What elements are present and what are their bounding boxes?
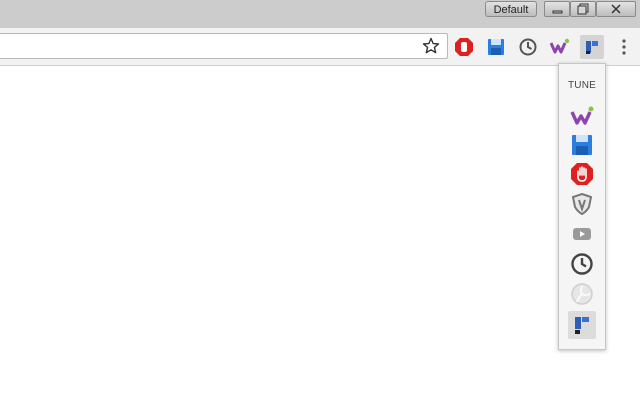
tune-icon <box>586 41 598 54</box>
profile-button[interactable]: Default <box>485 1 537 17</box>
popup-title: TUNE <box>567 80 597 91</box>
star-icon[interactable] <box>422 37 440 55</box>
popup-item-youtube[interactable] <box>570 222 594 246</box>
w-extension-icon <box>570 106 594 125</box>
clock-icon <box>571 253 593 275</box>
restore-icon <box>577 3 589 15</box>
youtube-icon <box>573 228 591 240</box>
window-titlebar: Default <box>0 0 640 28</box>
close-button[interactable] <box>596 1 636 17</box>
popup-item-clock[interactable] <box>570 252 594 276</box>
popup-item-disabled-extension[interactable] <box>570 282 594 306</box>
minimize-button[interactable] <box>544 1 570 17</box>
browser-toolbar <box>0 28 640 66</box>
popup-item-w-extension[interactable] <box>570 104 594 128</box>
popup-item-save[interactable] <box>570 133 594 157</box>
disabled-extension-icon <box>571 283 593 305</box>
save-icon <box>572 135 592 155</box>
save-icon[interactable] <box>486 37 506 57</box>
adblock-icon[interactable] <box>454 37 474 57</box>
restore-button[interactable] <box>570 1 596 17</box>
profile-label: Default <box>493 4 529 16</box>
popup-item-shield[interactable] <box>570 192 594 216</box>
minimize-icon <box>552 10 563 14</box>
clock-icon[interactable] <box>518 37 538 57</box>
tune-popup: TUNE <box>558 63 606 350</box>
tune-button[interactable] <box>580 35 604 59</box>
w-extension-icon[interactable] <box>550 37 570 57</box>
shield-icon <box>571 192 593 216</box>
address-bar[interactable] <box>0 33 448 59</box>
tune-icon <box>575 317 589 334</box>
close-icon <box>611 4 621 14</box>
more-vert-icon[interactable] <box>617 37 631 57</box>
popup-item-tune[interactable] <box>568 311 596 339</box>
adblock-icon <box>571 163 593 185</box>
popup-item-adblock[interactable] <box>570 162 594 186</box>
